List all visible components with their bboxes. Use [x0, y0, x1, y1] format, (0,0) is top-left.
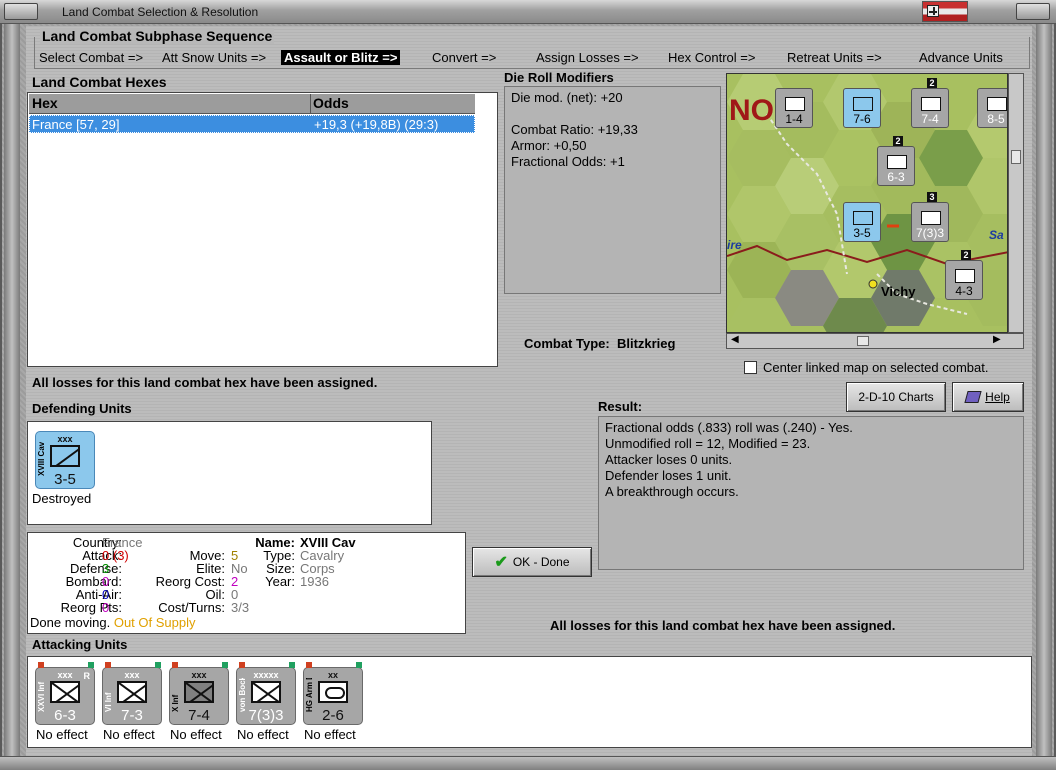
column-header-hex[interactable]: Hex [32, 95, 58, 111]
help-book-icon [964, 391, 982, 403]
linked-map[interactable]: NO Vichy Sa ire 1-4 7-6 7-4 8-5 6-3 3-5 … [726, 73, 1008, 333]
stack-badge: 2 [961, 250, 971, 260]
stack-badge: 2 [893, 136, 903, 146]
attacking-unit-counter[interactable]: xx HG Arm Div 2-6 [303, 662, 363, 725]
attacking-unit-counter[interactable]: xxx R XXVI Inf 6-3 [35, 662, 95, 725]
combat-ratio: Combat Ratio: +19,33 [511, 122, 638, 137]
result-line: Attacker loses 0 units. [605, 452, 733, 467]
map-label-vichy: Vichy [881, 284, 916, 299]
attacking-unit-status: No effect [170, 727, 222, 742]
losses-status-top: All losses for this land combat hex have… [32, 375, 378, 390]
hexes-header: Hex Odds [29, 94, 475, 114]
stack-badge: 2 [927, 78, 937, 88]
attacking-unit-counter[interactable]: xxx VI Inf 7-3 [102, 662, 162, 725]
attacking-unit-status: No effect [304, 727, 356, 742]
defending-unit-counter[interactable]: xxx XVIII Cav 3-5 [35, 431, 95, 489]
result-line: A breakthrough occurs. [605, 484, 739, 499]
hexes-list[interactable] [27, 92, 498, 367]
infantry-icon [117, 681, 147, 703]
seq-step-convert: Convert => [432, 50, 497, 65]
left-rail [4, 24, 20, 756]
bottom-bar [0, 756, 1056, 770]
result-panel: Fractional odds (.833) roll was (.240) -… [598, 416, 1024, 570]
minimize-button[interactable] [4, 3, 38, 20]
seq-step-advance: Advance Units [919, 50, 1003, 65]
center-map-label: Center linked map on selected combat. [763, 360, 989, 375]
hq-infantry-icon [251, 681, 281, 703]
map-counter[interactable]: 7-4 [911, 88, 949, 128]
combat-type-label: Combat Type: [524, 336, 610, 351]
title-bar[interactable]: Land Combat Selection & Resolution [0, 0, 1056, 24]
checkmark-icon: ✔ [494, 554, 508, 571]
center-map-checkbox[interactable] [744, 361, 757, 374]
fractional-odds-mod: Fractional Odds: +1 [511, 154, 625, 169]
infantry-icon [184, 681, 214, 703]
map-vertical-scrollbar[interactable] [1008, 73, 1024, 333]
map-counter[interactable]: 7-6 [843, 88, 881, 128]
result-heading: Result: [598, 399, 643, 414]
defending-unit-status: Destroyed [32, 491, 92, 506]
seq-step-att-snow: Att Snow Units => [162, 50, 267, 65]
scroll-thumb[interactable] [1011, 150, 1021, 164]
map-label-ire: ire [727, 238, 742, 252]
armor-mod: Armor: +0,50 [511, 138, 587, 153]
losses-status-bottom: All losses for this land combat hex have… [550, 618, 896, 633]
defending-heading: Defending Units [32, 401, 132, 416]
window-title: Land Combat Selection & Resolution [62, 5, 259, 19]
result-line: Fractional odds (.833) roll was (.240) -… [605, 420, 853, 435]
attacking-heading: Attacking Units [32, 637, 128, 652]
german-flag-icon [922, 1, 968, 22]
close-button[interactable] [1016, 3, 1050, 20]
scroll-thumb[interactable] [857, 336, 869, 346]
scroll-right-icon[interactable]: ▶ [993, 334, 1001, 345]
result-line: Unmodified roll = 12, Modified = 23. [605, 436, 811, 451]
attacking-unit-counter[interactable]: xxx X Inf 7-4 [169, 662, 229, 725]
map-label-sa: Sa [989, 228, 1004, 242]
hexes-heading: Land Combat Hexes [32, 74, 167, 90]
armor-icon [318, 681, 348, 703]
map-counter[interactable]: 6-3 [877, 146, 915, 186]
seq-step-hex-control: Hex Control => [668, 50, 756, 65]
ok-done-button[interactable]: ✔ OK - Done [472, 547, 592, 577]
seq-step-retreat: Retreat Units => [787, 50, 882, 65]
map-counter[interactable]: 1-4 [775, 88, 813, 128]
map-label-region: NO [729, 94, 774, 127]
map-counter[interactable]: 7(3)3 [911, 202, 949, 242]
stack-badge: 3 [927, 192, 937, 202]
seq-step-assign-losses: Assign Losses => [536, 50, 639, 65]
attacking-unit-status: No effect [237, 727, 289, 742]
map-horizontal-scrollbar[interactable]: ◀ ▶ [726, 333, 1024, 349]
die-mod-net: Die mod. (net): +20 [511, 90, 623, 105]
charts-button[interactable]: 2-D-10 Charts [846, 382, 946, 412]
table-row[interactable]: France [57, 29] +19,3 (+19,8B) (29:3) [29, 115, 475, 133]
column-header-odds[interactable]: Odds [313, 95, 349, 111]
help-button[interactable]: Help [952, 382, 1024, 412]
combat-type-value: Blitzkrieg [616, 336, 676, 351]
scroll-left-icon[interactable]: ◀ [731, 334, 739, 345]
result-line: Defender loses 1 unit. [605, 468, 732, 483]
infantry-icon [50, 681, 80, 703]
iron-cross-icon [927, 5, 939, 17]
sequence-heading: Land Combat Subphase Sequence [40, 28, 275, 44]
map-counter-selected[interactable]: 3-5 [843, 202, 881, 242]
seq-step-select-combat: Select Combat => [39, 50, 144, 65]
odds-cell: +19,3 (+19,8B) (29:3) [314, 117, 439, 132]
hex-cell: France [57, 29] [32, 117, 120, 132]
die-roll-heading: Die Roll Modifiers [504, 70, 614, 85]
unit-info-panel: Country: France Attack: 0 (3) Defense: 3… [27, 532, 466, 634]
map-counter[interactable]: 8-5 [977, 88, 1007, 128]
map-counter[interactable]: 4-3 [945, 260, 983, 300]
seq-step-assault-blitz: Assault or Blitz => [281, 50, 401, 65]
right-rail [1036, 24, 1052, 756]
cavalry-icon [50, 445, 80, 467]
combat-type: Combat Type: Blitzkrieg [524, 336, 675, 351]
attacking-unit-status: No effect [103, 727, 155, 742]
die-roll-panel: Die mod. (net): +20 Combat Ratio: +19,33… [504, 86, 721, 294]
attacking-unit-counter[interactable]: xxxxx von Bock 7(3)3 [236, 662, 296, 725]
attacking-unit-status: No effect [36, 727, 88, 742]
